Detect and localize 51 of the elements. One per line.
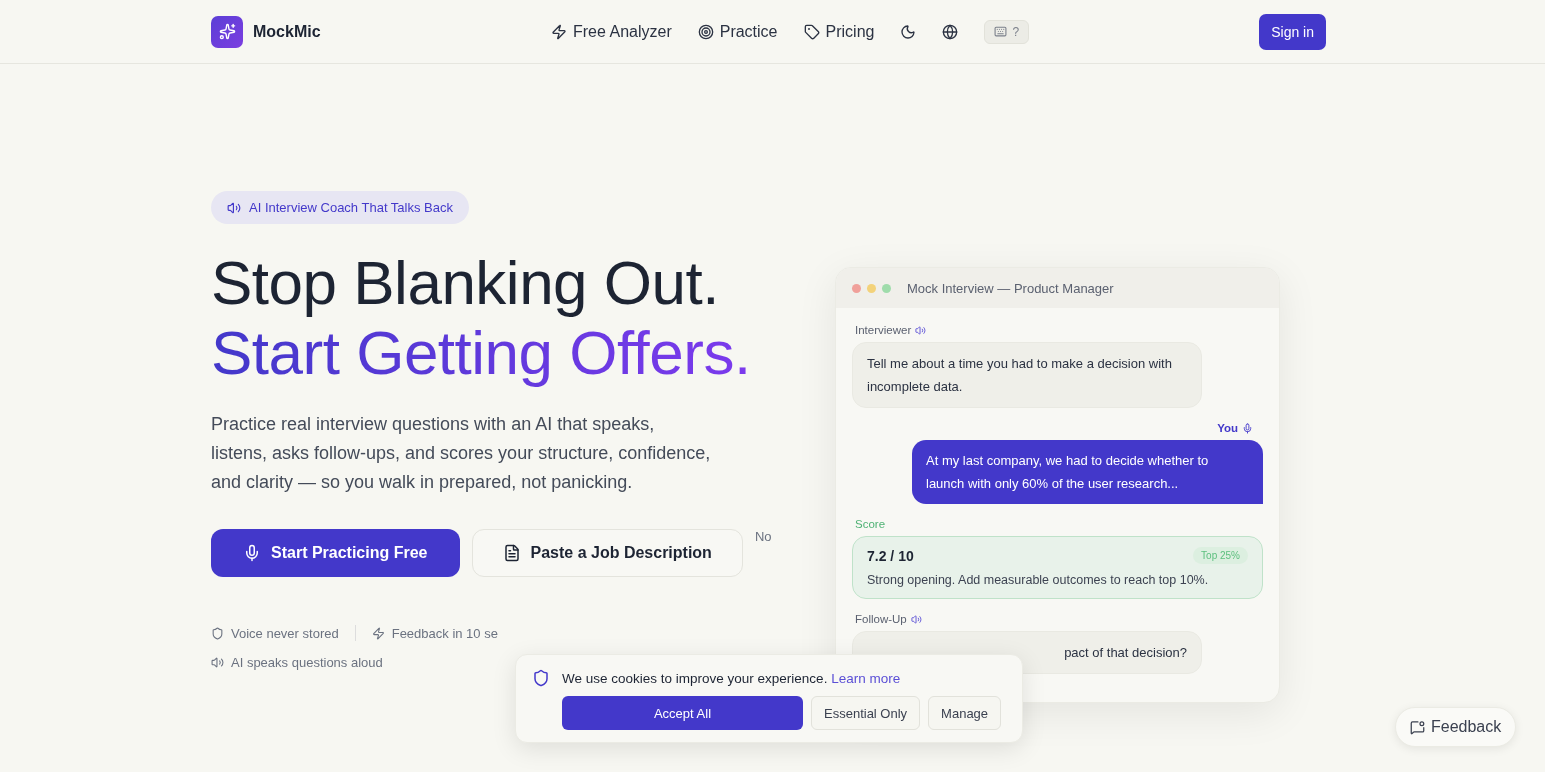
feedback-button[interactable]: Feedback [1395, 707, 1517, 747]
trust-item: Voice never stored [211, 625, 339, 641]
speaker-icon [227, 200, 241, 215]
microphone-icon [243, 544, 261, 562]
sign-in-button[interactable]: Sign in [1259, 13, 1326, 50]
maximize-dot-icon [882, 283, 891, 293]
target-icon [697, 23, 714, 40]
hero-description: Practice real interview questions with an AI that speaks, listens, asks follow-ups, and scores your structure, confidence, and clarity — so you walk in prepared, not panicking. [211, 413, 711, 494]
keyboard-icon [994, 25, 1008, 38]
rank-badge: Top 25% [1193, 547, 1248, 564]
speaker-icon [915, 324, 927, 336]
cookie-button[interactable]: Accept All [562, 696, 803, 730]
moon-icon[interactable] [900, 23, 917, 40]
bolt-icon [551, 23, 567, 40]
bolt-icon [371, 626, 385, 640]
cookie-text: We use cookies to improve your experience. Learn more [562, 671, 902, 686]
answer-bubble: At my last company, we had to decide whether to launch with only 60% of the user research... [912, 440, 1263, 504]
speaker-icon [211, 656, 224, 669]
side-note: No [754, 529, 772, 544]
cookie-button[interactable]: Manage [928, 696, 1002, 730]
speaker-label: Follow-Up [855, 613, 922, 625]
globe-icon[interactable] [942, 23, 959, 40]
start-practicing-button[interactable]: Start Practicing Free [211, 529, 460, 577]
nav-link[interactable]: Free Analyzer [551, 22, 672, 41]
shield-icon [532, 669, 550, 687]
score-label: Score [855, 518, 886, 530]
brand-name: MockMic [253, 22, 321, 41]
nav-link[interactable]: Practice [697, 22, 778, 41]
speaker-label: You [1217, 422, 1253, 434]
shortcuts-button[interactable]: ? [984, 19, 1030, 44]
tag-icon [803, 23, 820, 40]
speaker-icon [910, 613, 922, 625]
paste-job-description-button[interactable]: Paste a Job Description [471, 529, 743, 577]
interviewer-bubble: Tell me about a time you had to make a decision with incomplete data. [852, 342, 1202, 408]
hero-title: Stop Blanking Out. Start Getting Offers. [211, 248, 751, 388]
cookie-button[interactable]: Essential Only [811, 696, 921, 730]
score-feedback: Strong opening. Add measurable outcomes to reach top 10%. [867, 572, 1210, 588]
nav-link[interactable]: Pricing [803, 22, 875, 41]
close-dot-icon [852, 283, 861, 293]
learn-more-link[interactable]: Learn more [831, 671, 901, 686]
speaker-label: Interviewer [855, 324, 927, 336]
microphone-icon [1242, 422, 1253, 434]
message-icon [1410, 719, 1425, 735]
shield-icon [211, 626, 224, 640]
minimize-dot-icon [867, 283, 876, 293]
document-icon [502, 544, 521, 562]
window-title: Mock Interview — Product Manager [907, 280, 1114, 296]
score-value: 7.2 / 10 [867, 547, 914, 564]
logo-icon [211, 15, 243, 48]
trust-item: Feedback in 10 se [371, 625, 498, 641]
hero-badge: AI Interview Coach That Talks Back [211, 191, 469, 224]
